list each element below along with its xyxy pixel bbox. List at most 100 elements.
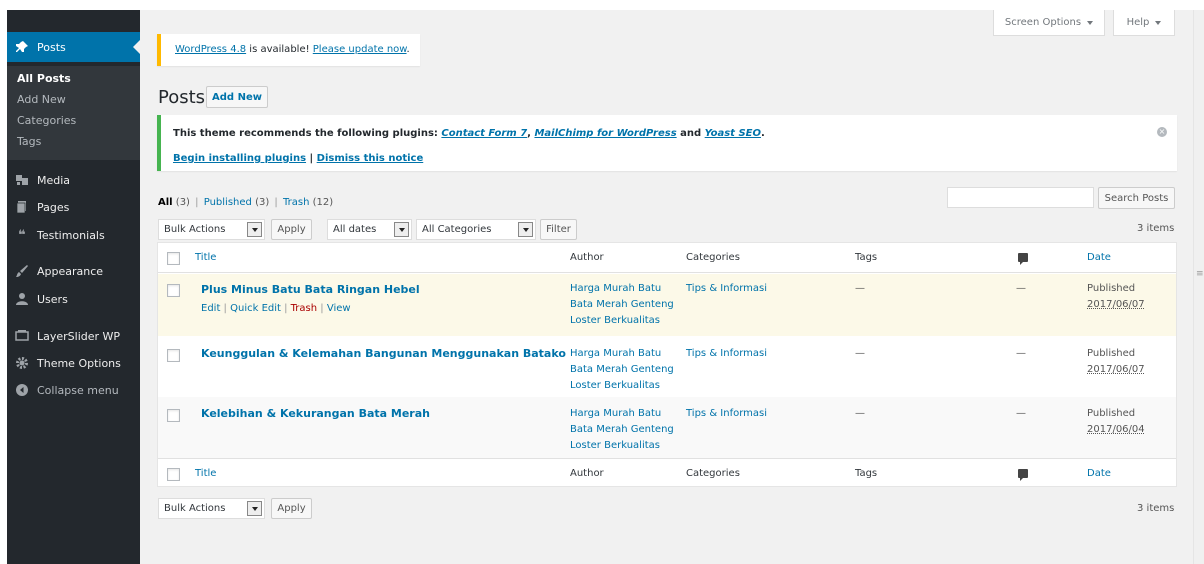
plugin-notice-line: This theme recommends the following plug… (173, 128, 1177, 139)
menu-separator (7, 252, 140, 253)
author-link[interactable]: Bata Merah Genteng (570, 422, 674, 438)
quote-icon: ❝ (18, 227, 26, 243)
post-title-link[interactable]: Plus Minus Batu Bata Ringan Hebel (201, 282, 420, 298)
menu-media[interactable]: Media (7, 165, 140, 195)
menu-posts[interactable]: Posts (7, 32, 140, 62)
add-new-button[interactable]: Add New (206, 86, 268, 108)
author-link[interactable]: Harga Murah Batu (570, 406, 674, 422)
category-link[interactable]: Tips & Informasi (686, 406, 767, 422)
menu-users-label: Users (37, 292, 68, 306)
bulk-actions-select-bottom[interactable]: Bulk Actions (158, 498, 265, 519)
author-link[interactable]: Bata Merah Genteng (570, 297, 674, 313)
filter-separator: | (195, 197, 199, 208)
row-checkbox[interactable] (167, 409, 180, 422)
comments-cell: — (1016, 348, 1026, 359)
filter-trash-link[interactable]: Trash (283, 197, 309, 208)
plugin-actions-sep: | (306, 153, 317, 164)
apply-button[interactable]: Apply (271, 219, 312, 240)
author-link[interactable]: Loster Berkualitas (570, 378, 674, 394)
active-arrow-icon (133, 40, 140, 54)
author-link[interactable]: Harga Murah Batu (570, 346, 674, 362)
row-checkbox[interactable] (167, 349, 180, 362)
row-actions: Edit | Quick Edit | Trash | View (201, 301, 351, 317)
post-title-link[interactable]: Kelebihan & Kekurangan Bata Merah (201, 406, 430, 422)
author-link[interactable]: Harga Murah Batu (570, 281, 674, 297)
dismiss-close-icon[interactable]: × (1157, 127, 1167, 137)
row-action-sep: | (280, 303, 291, 314)
category-filter-select[interactable]: All Categories (416, 219, 536, 240)
update-now-link[interactable]: Please update now (313, 44, 407, 55)
column-title[interactable]: Title (195, 250, 216, 266)
gear-icon (7, 356, 37, 370)
quick-edit-link[interactable]: Quick Edit (230, 303, 281, 314)
menu-media-label: Media (37, 173, 71, 187)
row-checkbox[interactable] (167, 284, 180, 297)
dropdown-arrow-icon (394, 222, 409, 237)
menu-theme-options[interactable]: Theme Options (7, 348, 140, 378)
post-title-link[interactable]: Keunggulan & Kelemahan Bangunan Mengguna… (201, 346, 566, 362)
column-date[interactable]: Date (1087, 466, 1111, 482)
items-count: 3 items (1137, 223, 1175, 234)
plugin-link-contact-form-7[interactable]: Contact Form 7 (441, 128, 527, 139)
update-notice: WordPress 4.8 is available! Please updat… (157, 34, 420, 66)
column-author: Author (570, 468, 604, 479)
date-cell: Published 2017/06/07 (1087, 281, 1145, 313)
submenu-all-posts[interactable]: All Posts (17, 72, 71, 85)
screen-options-button[interactable]: Screen Options (993, 10, 1105, 36)
menu-testimonials[interactable]: ❝ Testimonials (7, 220, 140, 250)
filter-button[interactable]: Filter (540, 219, 577, 240)
collapse-menu-button[interactable]: Collapse menu (7, 375, 140, 405)
menu-appearance[interactable]: Appearance (7, 256, 140, 286)
table-row: Keunggulan & Kelemahan Bangunan Mengguna… (158, 336, 1176, 397)
help-label: Help (1126, 17, 1150, 28)
search-posts-button[interactable]: Search Posts (1098, 187, 1175, 209)
menu-layerslider-label: LayerSlider WP (37, 329, 121, 343)
scroll-grip-icon[interactable]: ≡ (1196, 270, 1204, 288)
submenu-tags[interactable]: Tags (17, 135, 41, 148)
dismiss-notice-link[interactable]: Dismiss this notice (317, 153, 424, 164)
bulk-actions-select[interactable]: Bulk Actions (158, 219, 265, 240)
submenu-categories[interactable]: Categories (17, 114, 76, 127)
column-title[interactable]: Title (195, 466, 216, 482)
menu-pages[interactable]: Pages (7, 192, 140, 222)
menu-users[interactable]: Users (7, 284, 140, 314)
trash-link[interactable]: Trash (291, 303, 317, 314)
menu-appearance-label: Appearance (37, 264, 104, 278)
author-cell: Harga Murah Batu Bata Merah Genteng Lost… (570, 281, 674, 329)
submenu-add-new[interactable]: Add New (17, 93, 66, 106)
view-link[interactable]: View (327, 303, 351, 314)
category-link[interactable]: Tips & Informasi (686, 281, 767, 297)
select-all-checkbox[interactable] (167, 252, 180, 265)
menu-layerslider[interactable]: LayerSlider WP (7, 321, 140, 351)
posts-submenu: All Posts Add New Categories Tags (7, 66, 140, 160)
comments-icon[interactable] (1018, 469, 1028, 481)
search-posts-input[interactable] (947, 187, 1094, 208)
bulk-actions-value: Bulk Actions (164, 224, 226, 235)
menu-testimonials-label: Testimonials (37, 228, 105, 242)
edit-link[interactable]: Edit (201, 303, 220, 314)
table-row: Plus Minus Batu Bata Ringan Hebel Edit |… (158, 274, 1176, 336)
dropdown-arrow-icon (247, 501, 262, 516)
select-all-checkbox[interactable] (167, 468, 180, 481)
plugin-notice-end: . (760, 128, 765, 139)
apply-button-bottom[interactable]: Apply (271, 498, 312, 519)
post-date: 2017/06/04 (1087, 424, 1145, 435)
vertical-scrollbar[interactable]: ≡ (1193, 10, 1204, 564)
author-link[interactable]: Loster Berkualitas (570, 438, 674, 454)
filter-all-link[interactable]: All (158, 197, 173, 208)
author-link[interactable]: Bata Merah Genteng (570, 362, 674, 378)
date-filter-select[interactable]: All dates (327, 219, 412, 240)
begin-installing-link[interactable]: Begin installing plugins (173, 153, 306, 164)
plugin-link-yoast-seo[interactable]: Yoast SEO (705, 128, 761, 139)
author-link[interactable]: Loster Berkualitas (570, 313, 674, 329)
help-button[interactable]: Help (1113, 10, 1175, 36)
pushpin-icon (7, 40, 37, 54)
filter-published-link[interactable]: Published (204, 197, 252, 208)
wordpress-version-link[interactable]: WordPress 4.8 (175, 44, 246, 55)
comments-icon[interactable] (1018, 253, 1028, 265)
category-link[interactable]: Tips & Informasi (686, 346, 767, 362)
menu-posts-label: Posts (37, 40, 66, 54)
plugin-link-mailchimp[interactable]: MailChimp for WordPress (534, 128, 676, 139)
pages-icon (7, 200, 37, 214)
column-date[interactable]: Date (1087, 250, 1111, 266)
